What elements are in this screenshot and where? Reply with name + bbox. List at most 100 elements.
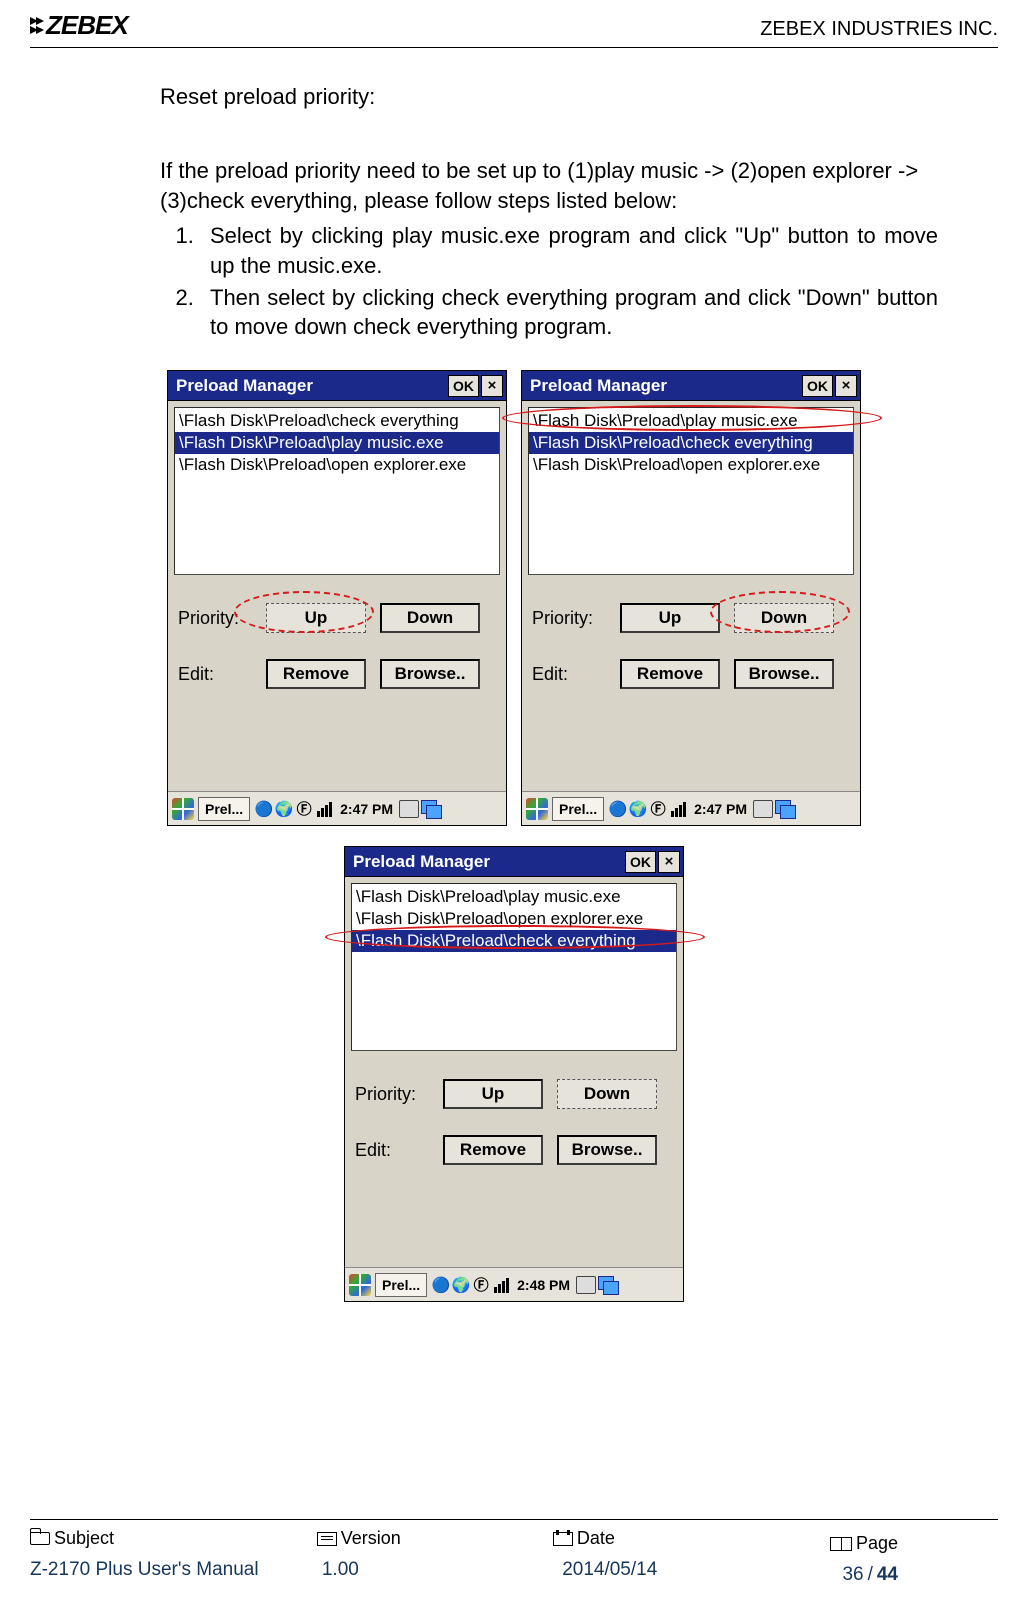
list-item[interactable]: \Flash Disk\Preload\check everything [352, 930, 676, 952]
tray-icon[interactable]: Ⓕ [648, 799, 668, 819]
step-item: Select by clicking play music.exe progra… [200, 221, 938, 280]
close-button[interactable]: × [835, 375, 857, 397]
down-button[interactable]: Down [734, 603, 834, 633]
down-button[interactable]: Down [557, 1079, 657, 1109]
document-icon [317, 1532, 337, 1546]
window-titlebar: Preload Manager OK × [345, 847, 683, 877]
calendar-icon [553, 1532, 573, 1546]
preload-manager-window: Preload Manager OK × \Flash Disk\Preload… [167, 370, 507, 826]
windows-stack-icon[interactable] [421, 799, 441, 819]
list-item[interactable]: \Flash Disk\Preload\play music.exe [529, 410, 853, 432]
ok-button[interactable]: OK [448, 375, 479, 397]
tray-icon[interactable]: Ⓕ [471, 1275, 491, 1295]
program-list[interactable]: \Flash Disk\Preload\play music.exe \Flas… [528, 407, 854, 575]
taskbar-clock: 2:47 PM [336, 801, 397, 817]
ok-button[interactable]: OK [802, 375, 833, 397]
company-name: ZEBEX INDUSTRIES INC. [760, 18, 998, 41]
edit-label: Edit: [355, 1140, 443, 1161]
preload-manager-window: Preload Manager OK × \Flash Disk\Preload… [344, 846, 684, 1302]
remove-button[interactable]: Remove [266, 659, 366, 689]
priority-label: Priority: [355, 1084, 443, 1105]
footer-date: 2014/05/14 [562, 1559, 657, 1581]
keyboard-icon[interactable] [753, 799, 773, 819]
list-item[interactable]: \Flash Disk\Preload\check everything [175, 410, 499, 432]
signal-icon [668, 799, 688, 819]
window-titlebar: Preload Manager OK × [522, 371, 860, 401]
tray-icon[interactable]: 🌍 [274, 799, 294, 819]
list-item[interactable]: \Flash Disk\Preload\play music.exe [352, 886, 676, 908]
windows-stack-icon[interactable] [598, 1275, 618, 1295]
section-title: Reset preload priority: [160, 84, 928, 110]
page-footer: Subject Version Date Page Z-2170 Plus Us… [30, 1519, 998, 1586]
up-button[interactable]: Up [620, 603, 720, 633]
edit-label: Edit: [532, 664, 620, 685]
taskbar-task[interactable]: Prel... [375, 1273, 427, 1297]
taskbar: Prel... 🔵 🌍 Ⓕ 2:47 PM [168, 791, 506, 825]
down-button[interactable]: Down [380, 603, 480, 633]
keyboard-icon[interactable] [399, 799, 419, 819]
program-list[interactable]: \Flash Disk\Preload\play music.exe \Flas… [351, 883, 677, 1051]
footer-label-date: Date [577, 1528, 615, 1549]
window-title: Preload Manager [353, 852, 625, 872]
start-icon[interactable] [524, 796, 550, 822]
tray-icon[interactable]: 🔵 [431, 1275, 451, 1295]
footer-page-sep: / [868, 1564, 873, 1586]
book-icon [830, 1537, 852, 1551]
taskbar: Prel... 🔵 🌍 Ⓕ 2:47 PM [522, 791, 860, 825]
window-title: Preload Manager [530, 376, 802, 396]
browse-button[interactable]: Browse.. [380, 659, 480, 689]
program-list[interactable]: \Flash Disk\Preload\check everything \Fl… [174, 407, 500, 575]
tray-icon[interactable]: Ⓕ [294, 799, 314, 819]
start-icon[interactable] [347, 1272, 373, 1298]
footer-label-subject: Subject [54, 1528, 114, 1549]
taskbar: Prel... 🔵 🌍 Ⓕ 2:48 PM [345, 1267, 683, 1301]
steps-list: Select by clicking play music.exe progra… [200, 221, 938, 342]
signal-icon [491, 1275, 511, 1295]
close-button[interactable]: × [481, 375, 503, 397]
step-item: Then select by clicking check everything… [200, 283, 938, 342]
intro-paragraph: If the preload priority need to be set u… [160, 156, 938, 215]
browse-button[interactable]: Browse.. [734, 659, 834, 689]
priority-label: Priority: [532, 608, 620, 629]
list-item[interactable]: \Flash Disk\Preload\play music.exe [175, 432, 499, 454]
priority-label: Priority: [178, 608, 266, 629]
remove-button[interactable]: Remove [620, 659, 720, 689]
ok-button[interactable]: OK [625, 851, 656, 873]
browse-button[interactable]: Browse.. [557, 1135, 657, 1165]
footer-version: 1.00 [322, 1559, 359, 1581]
folder-icon [30, 1532, 50, 1545]
preload-manager-window: Preload Manager OK × \Flash Disk\Preload… [521, 370, 861, 826]
footer-label-page: Page [856, 1533, 898, 1554]
tray-icon[interactable]: 🔵 [254, 799, 274, 819]
footer-label-version: Version [341, 1528, 401, 1549]
edit-label: Edit: [178, 664, 266, 685]
keyboard-icon[interactable] [576, 1275, 596, 1295]
up-button[interactable]: Up [266, 603, 366, 633]
tray-icon[interactable]: 🌍 [628, 799, 648, 819]
window-title: Preload Manager [176, 376, 448, 396]
taskbar-clock: 2:47 PM [690, 801, 751, 817]
taskbar-task[interactable]: Prel... [552, 797, 604, 821]
list-item[interactable]: \Flash Disk\Preload\open explorer.exe [352, 908, 676, 930]
windows-stack-icon[interactable] [775, 799, 795, 819]
tray-icon[interactable]: 🌍 [451, 1275, 471, 1295]
start-icon[interactable] [170, 796, 196, 822]
logo-text: ZEBEX [46, 10, 128, 41]
list-item[interactable]: \Flash Disk\Preload\check everything [529, 432, 853, 454]
logo: ZEBEX [30, 10, 128, 41]
close-button[interactable]: × [658, 851, 680, 873]
page-header: ZEBEX ZEBEX INDUSTRIES INC. [30, 10, 998, 48]
signal-icon [314, 799, 334, 819]
logo-arrows-icon [30, 17, 42, 34]
footer-page-current: 36 [842, 1564, 863, 1586]
tray-icon[interactable]: 🔵 [608, 799, 628, 819]
taskbar-clock: 2:48 PM [513, 1277, 574, 1293]
remove-button[interactable]: Remove [443, 1135, 543, 1165]
list-item[interactable]: \Flash Disk\Preload\open explorer.exe [529, 454, 853, 476]
up-button[interactable]: Up [443, 1079, 543, 1109]
window-titlebar: Preload Manager OK × [168, 371, 506, 401]
footer-subject: Z-2170 Plus User's Manual [30, 1559, 259, 1581]
taskbar-task[interactable]: Prel... [198, 797, 250, 821]
footer-page-total: 44 [877, 1564, 898, 1586]
list-item[interactable]: \Flash Disk\Preload\open explorer.exe [175, 454, 499, 476]
